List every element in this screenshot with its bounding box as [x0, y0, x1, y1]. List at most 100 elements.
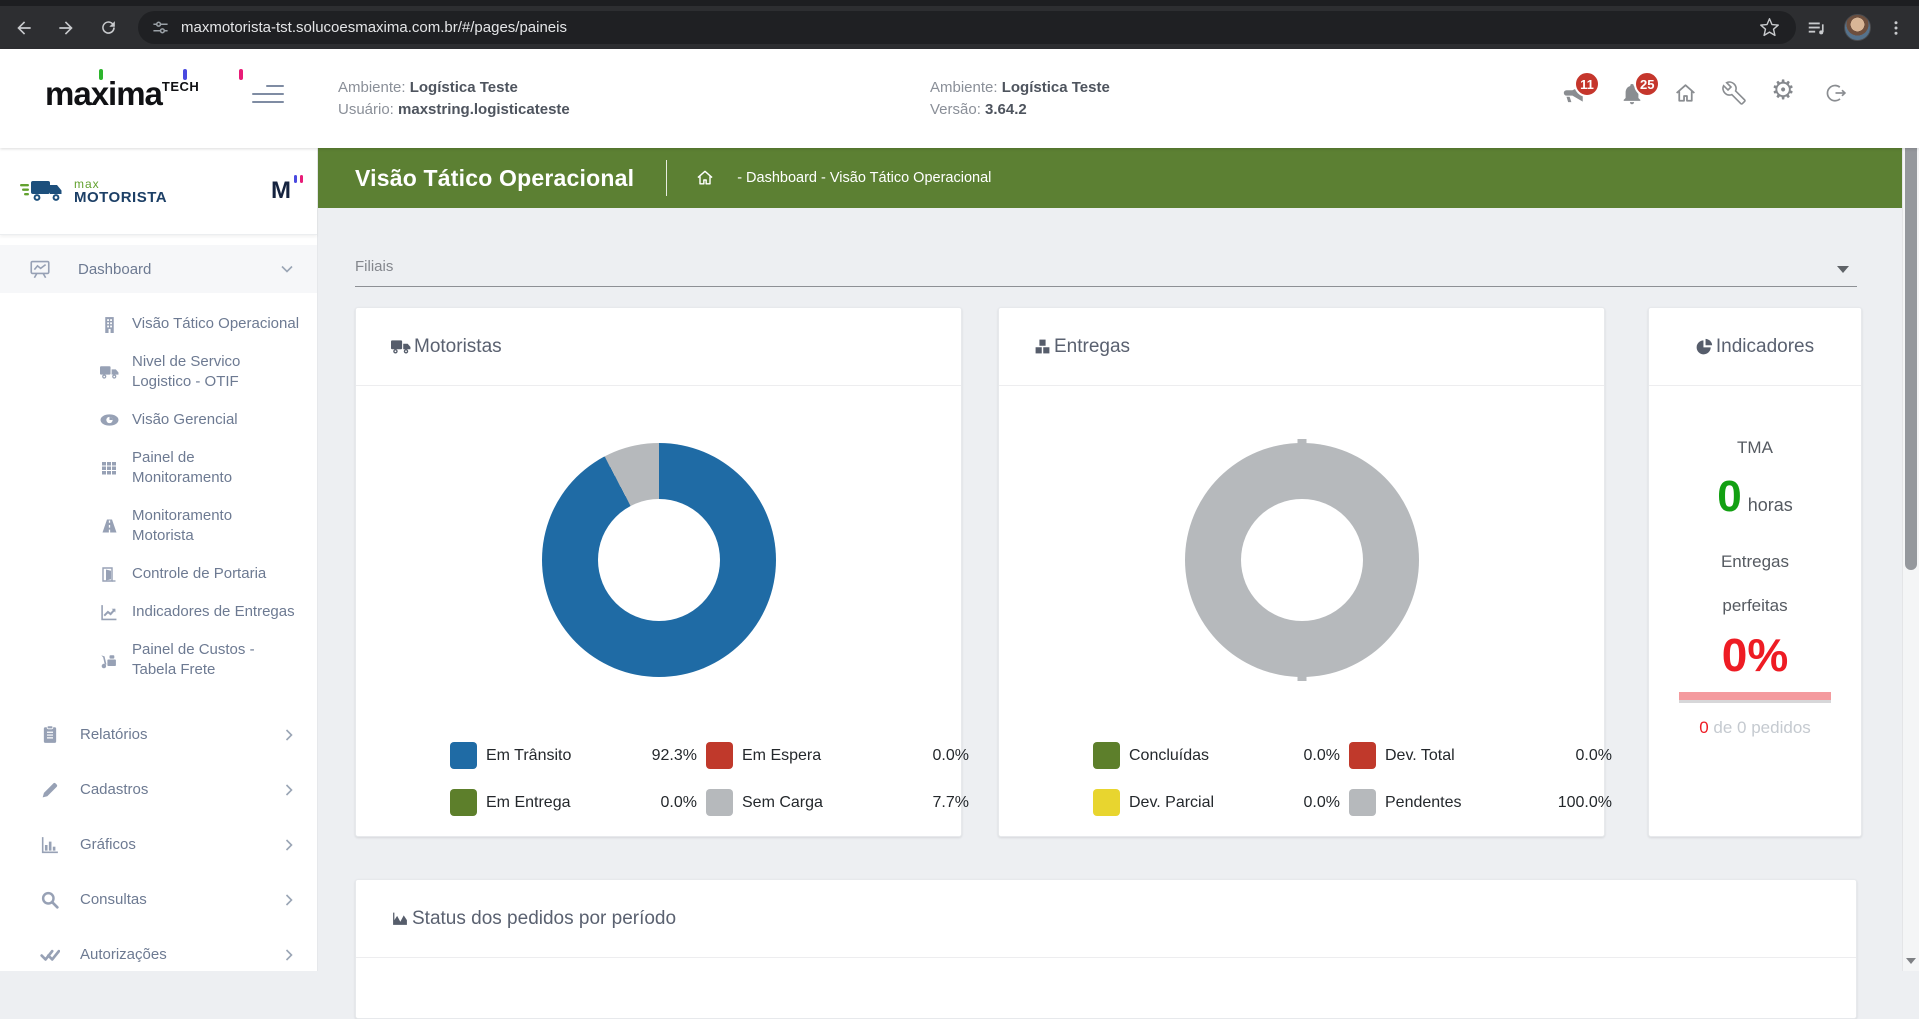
- entregas-donut-chart[interactable]: [1185, 443, 1419, 677]
- dropdown-arrow-icon: [1837, 266, 1849, 273]
- mini-brand-logo[interactable]: M: [271, 177, 291, 205]
- versao-value: 3.64.2: [985, 101, 1027, 118]
- page-scrollbar[interactable]: [1902, 49, 1919, 971]
- sidebar-item-autorizacoes[interactable]: Autorizações: [0, 927, 317, 982]
- app-header: maximaTECH Ambiente: Logística Teste Usu…: [0, 49, 1919, 148]
- entregas-chart-area: [999, 386, 1604, 716]
- eye-icon: [96, 413, 122, 427]
- home-button[interactable]: [1673, 81, 1698, 106]
- sidebar-item-indicadores-entregas[interactable]: Indicadores de Entregas: [0, 593, 317, 631]
- sidebar-item-visao-tatico-operacional[interactable]: Visão Tático Operacional: [0, 305, 317, 343]
- legend-label: Dev. Parcial: [1129, 794, 1265, 812]
- motoristas-donut-chart[interactable]: [542, 443, 776, 677]
- legend-value: 0.0%: [631, 794, 697, 812]
- legend-label: Dev. Total: [1385, 747, 1525, 765]
- sidebar-item-relatorios[interactable]: Relatórios: [0, 707, 317, 762]
- sidebar-item-consultas[interactable]: Consultas: [0, 872, 317, 927]
- double-check-icon: [38, 947, 62, 963]
- url-text[interactable]: maxmotorista-tst.solucoesmaxima.com.br/#…: [181, 19, 1759, 36]
- tools-button[interactable]: [1722, 81, 1746, 105]
- sidebar-item-label: Visão Gerencial: [132, 410, 238, 430]
- search-icon: [38, 891, 62, 909]
- reload-button[interactable]: [90, 10, 126, 46]
- dashboard-submenu: Visão Tático Operacional Nivel de Servic…: [0, 293, 317, 695]
- line-chart-icon: [96, 604, 122, 621]
- sidebar-item-controle-portaria[interactable]: Controle de Portaria: [0, 555, 317, 593]
- chevron-down-icon: [281, 265, 293, 273]
- sidebar-item-label: Indicadores de Entregas: [132, 602, 295, 622]
- segment-notch: [1297, 672, 1306, 681]
- sidebar-item-label: Autorizações: [80, 946, 167, 963]
- legend-swatch: [1093, 789, 1120, 816]
- grid-icon: [96, 460, 122, 476]
- page-banner: Visão Tático Operacional - Dashboard - V…: [318, 148, 1902, 208]
- notifications-badge: 11: [1574, 71, 1600, 97]
- legend-label: Em Trânsito: [486, 747, 622, 765]
- legend-swatch: [706, 742, 733, 769]
- ambiente2-value: Logística Teste: [1002, 79, 1110, 96]
- usuario-value: maxstring.logisticateste: [398, 101, 570, 118]
- legend-swatch: [1349, 742, 1376, 769]
- sidebar-item-label: Dashboard: [78, 261, 151, 278]
- card-indicadores-header: Indicadores: [1649, 308, 1861, 386]
- sidebar-item-label: Controle de Portaria: [132, 564, 266, 584]
- settings-button[interactable]: ⚙: [1771, 78, 1795, 104]
- sidebar-item-painel-custos[interactable]: Painel de Custos - Tabela Frete: [0, 631, 317, 689]
- truck-icon: [96, 364, 122, 380]
- alerts-button[interactable]: 25: [1620, 81, 1644, 107]
- notifications-button[interactable]: 11: [1560, 81, 1586, 107]
- legend-value: 0.0%: [1274, 794, 1340, 812]
- pedidos-summary: 0 de 0 pedidos: [1649, 718, 1861, 738]
- legend-value: 0.0%: [1534, 747, 1612, 765]
- brand-logo[interactable]: maximaTECH: [45, 75, 235, 113]
- max-motorista-logo[interactable]: max MOTORISTA: [74, 178, 167, 204]
- card-status-pedidos: Status dos pedidos por período: [355, 879, 1857, 1019]
- media-control-icon[interactable]: [1806, 17, 1828, 39]
- scroll-down-icon[interactable]: [1903, 952, 1919, 969]
- card-motoristas-header: Motoristas: [356, 308, 961, 386]
- door-icon: [96, 566, 122, 583]
- address-bar[interactable]: maxmotorista-tst.solucoesmaxima.com.br/#…: [138, 11, 1796, 44]
- sidebar-item-label: Painel de Monitoramento: [132, 448, 282, 488]
- sidebar-item-label: Nivel de Servico Logistico - OTIF: [132, 352, 282, 392]
- logout-icon: [1823, 81, 1847, 105]
- legend-value: 92.3%: [631, 747, 697, 765]
- ambiente2-label: Ambiente:: [930, 79, 998, 96]
- max-motorista-truck-icon[interactable]: [20, 176, 68, 206]
- clipboard-icon: [38, 725, 62, 744]
- sidebar-item-graficos[interactable]: Gráficos: [0, 817, 317, 872]
- sidebar-item-dashboard[interactable]: Dashboard: [0, 245, 317, 293]
- sidebar-toggle-icon[interactable]: [252, 85, 284, 109]
- browser-menu-icon[interactable]: [1887, 19, 1905, 37]
- breadcrumb-home-icon[interactable]: [695, 168, 715, 188]
- card-title: Motoristas: [414, 336, 502, 358]
- entregas-perfeitas-progressbar: [1679, 692, 1831, 700]
- entregas-perfeitas-line1: Entregas: [1649, 552, 1861, 572]
- card-title: Indicadores: [1716, 336, 1814, 358]
- sidebar-logo-row: max MOTORISTA M: [0, 148, 317, 235]
- breadcrumb-text[interactable]: - Dashboard - Visão Tático Operacional: [737, 170, 991, 186]
- sidebar-item-cadastros[interactable]: Cadastros: [0, 762, 317, 817]
- sidebar-item-label: Painel de Custos - Tabela Frete: [132, 640, 282, 680]
- motoristas-chart-area: [356, 386, 961, 716]
- filiais-select[interactable]: Filiais: [355, 258, 1857, 287]
- legend-swatch: [450, 742, 477, 769]
- dashboard-cards-row: Motoristas Em Trânsito 92.3% Em Espera 0…: [355, 307, 1902, 837]
- brand-sub: TECH: [162, 79, 199, 94]
- profile-avatar[interactable]: [1844, 14, 1871, 41]
- logout-button[interactable]: [1823, 81, 1847, 105]
- tma-number: 0: [1717, 472, 1741, 521]
- sidebar-item-monitoramento-motorista[interactable]: Monitoramento Motorista: [0, 497, 317, 555]
- sidebar-item-nivel-servico-otif[interactable]: Nivel de Servico Logistico - OTIF: [0, 343, 317, 401]
- legend-label: Em Entrega: [486, 794, 622, 812]
- forward-button[interactable]: [48, 10, 84, 46]
- pie-chart-icon: [1696, 338, 1713, 355]
- back-button[interactable]: [6, 10, 42, 46]
- bookmark-star-icon[interactable]: [1759, 17, 1780, 38]
- sidebar-root-items: Relatórios Cadastros Gráficos: [0, 707, 317, 982]
- sidebar-item-visao-gerencial[interactable]: Visão Gerencial: [0, 401, 317, 439]
- versao-label: Versão:: [930, 101, 981, 118]
- environment-info: Ambiente: Logística Teste Usuário: maxst…: [338, 77, 570, 121]
- sidebar-item-painel-monitoramento[interactable]: Painel de Monitoramento: [0, 439, 317, 497]
- wrench-icon: [1722, 81, 1746, 105]
